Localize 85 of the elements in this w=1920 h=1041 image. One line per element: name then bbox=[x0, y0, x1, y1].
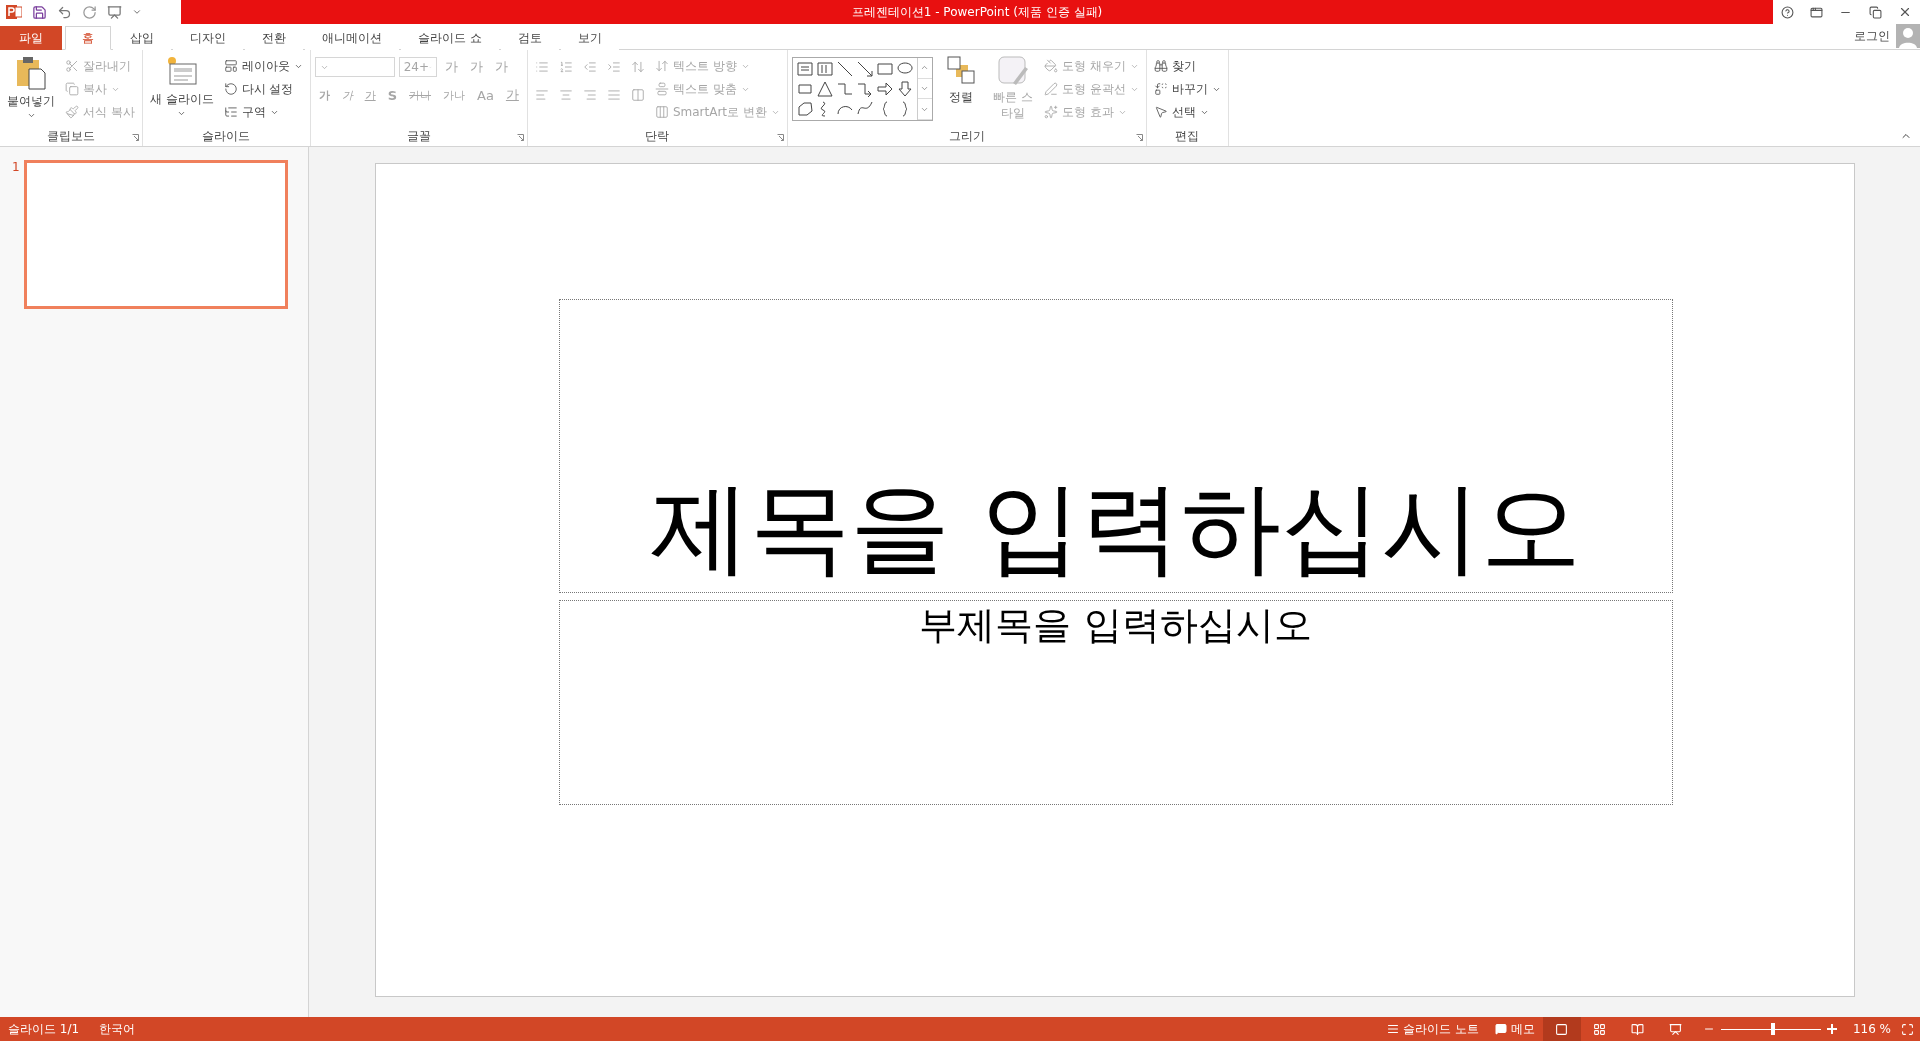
caret-icon bbox=[177, 109, 187, 118]
paint-bucket-icon bbox=[1043, 59, 1058, 73]
group-label: 글꼴 bbox=[406, 128, 431, 145]
shapes-gallery[interactable] bbox=[791, 57, 933, 121]
zoom-level[interactable]: 116 % bbox=[1852, 1022, 1891, 1036]
paste-icon bbox=[15, 55, 47, 91]
text-direction-icon bbox=[654, 59, 669, 73]
slide-number: 1 bbox=[12, 160, 20, 174]
fit-to-window-icon[interactable] bbox=[1901, 1022, 1914, 1036]
numbering-icon bbox=[558, 60, 573, 74]
sign-in-link[interactable]: 로그인 bbox=[1854, 27, 1890, 45]
align-text-icon bbox=[654, 82, 669, 96]
subtitle-placeholder[interactable]: 부제목을 입력하십시오 bbox=[558, 600, 1673, 805]
normal-view-icon bbox=[1555, 1022, 1569, 1036]
comment-icon bbox=[1494, 1023, 1507, 1035]
comments-button[interactable]: 메모 bbox=[1486, 1017, 1543, 1041]
restore-icon[interactable] bbox=[1868, 5, 1882, 19]
columns-icon bbox=[630, 88, 645, 102]
notes-button[interactable]: 슬라이드 노트 bbox=[1379, 1017, 1487, 1041]
scroll-down-icon bbox=[920, 84, 930, 93]
view-button[interactable] bbox=[1542, 1017, 1581, 1041]
ribbon-button[interactable]: 바꾸기 bbox=[1150, 78, 1224, 100]
ribbon-tab[interactable]: 홈 bbox=[65, 26, 111, 50]
arrange-icon bbox=[945, 55, 976, 87]
align-left-icon bbox=[534, 88, 549, 102]
presentation-icon bbox=[1669, 1022, 1683, 1036]
ribbon-button[interactable]: 선택 bbox=[1150, 101, 1224, 123]
dialog-launcher-icon[interactable] bbox=[776, 134, 784, 141]
slideshow-icon[interactable] bbox=[107, 4, 122, 20]
redo-icon[interactable] bbox=[82, 4, 97, 20]
reset-icon bbox=[223, 82, 238, 96]
group-label: 클립보드 bbox=[46, 128, 95, 145]
file-tab[interactable]: 파일 bbox=[0, 26, 62, 50]
line-spacing-icon bbox=[630, 60, 645, 74]
justify-icon bbox=[606, 88, 621, 102]
ribbon-button[interactable]: 레이아웃 bbox=[220, 55, 306, 77]
slide-thumbnail[interactable] bbox=[23, 160, 288, 309]
save-icon[interactable] bbox=[32, 4, 47, 20]
align-center-icon bbox=[558, 88, 573, 102]
smartart-icon bbox=[654, 105, 669, 119]
group-label: 단락 bbox=[645, 128, 670, 145]
window-title: 프레젠테이션1 - PowerPoint (제품 인증 실패) bbox=[851, 3, 1103, 21]
section-icon bbox=[223, 105, 238, 119]
paste-button[interactable]: 붙여넣기 bbox=[4, 53, 58, 128]
language[interactable]: 한국어 bbox=[99, 1020, 136, 1038]
ribbon-button[interactable]: 다시 설정 bbox=[220, 78, 306, 100]
arrange-button[interactable]: 정렬 bbox=[936, 53, 985, 128]
group-label: 그리기 bbox=[948, 128, 985, 145]
layout-icon bbox=[223, 59, 238, 73]
dialog-launcher-icon[interactable] bbox=[1135, 134, 1143, 141]
zoom-thumb[interactable] bbox=[1770, 1023, 1775, 1035]
powerpoint-logo-icon bbox=[6, 4, 22, 20]
increase-indent-icon bbox=[606, 60, 621, 74]
effects-icon bbox=[1043, 105, 1058, 119]
pen-icon bbox=[1043, 82, 1058, 96]
undo-icon[interactable] bbox=[57, 4, 72, 20]
replace-icon bbox=[1153, 82, 1168, 96]
book-icon bbox=[1631, 1022, 1645, 1036]
group-label: 편집 bbox=[1175, 128, 1200, 145]
ribbon-button[interactable]: 찾기 bbox=[1150, 55, 1224, 77]
pointer-icon bbox=[1153, 105, 1168, 119]
shape-icon[interactable] bbox=[814, 79, 835, 99]
paintbrush-icon bbox=[65, 105, 79, 119]
grid-view-icon bbox=[1593, 1022, 1607, 1036]
decrease-indent-icon bbox=[582, 60, 597, 74]
quick-styles-icon bbox=[996, 55, 1029, 87]
slide-count: 슬라이드 1/1 bbox=[8, 1020, 80, 1038]
help-icon[interactable] bbox=[1781, 5, 1795, 19]
copy-icon bbox=[65, 82, 79, 96]
bullets-icon bbox=[534, 60, 549, 74]
subtitle-placeholder-text: 부제목을 입력하십시오 bbox=[919, 603, 1312, 649]
ribbon-display-icon[interactable] bbox=[1810, 5, 1824, 19]
title-placeholder[interactable]: 제목을 입력하십시오 bbox=[558, 299, 1673, 593]
customize-caret-icon[interactable] bbox=[132, 7, 142, 17]
binoculars-icon bbox=[1153, 59, 1168, 73]
align-right-icon bbox=[582, 88, 597, 102]
caret-icon bbox=[26, 111, 36, 120]
zoom-in-icon[interactable] bbox=[1826, 1024, 1837, 1034]
notes-icon bbox=[1387, 1023, 1400, 1035]
ribbon-button[interactable]: 구역 bbox=[220, 101, 306, 123]
dialog-launcher-icon[interactable] bbox=[131, 134, 139, 141]
title-placeholder-text: 제목을 입력하십시오 bbox=[649, 468, 1582, 588]
new-slide-button[interactable]: 새 슬라이드 bbox=[146, 53, 217, 128]
scissors-icon bbox=[65, 59, 79, 73]
group-label: 슬라이드 bbox=[202, 128, 251, 145]
